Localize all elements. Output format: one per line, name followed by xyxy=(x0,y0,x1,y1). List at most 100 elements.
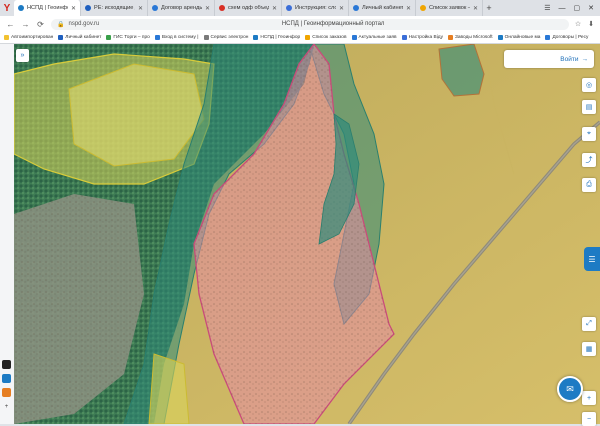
zoom-in-button[interactable]: + xyxy=(582,391,596,405)
bookmark-item[interactable]: ГИС Торги – про xyxy=(106,35,150,40)
browser-tab[interactable]: схем одф объединить✕ xyxy=(215,0,282,16)
forward-button[interactable]: → xyxy=(21,20,30,29)
lock-icon: 🔒 xyxy=(57,21,65,28)
map-viewport[interactable] xyxy=(14,44,600,424)
measure-button[interactable]: ⌖ xyxy=(582,127,596,141)
bookmark-label: Личный кабинет xyxy=(65,35,102,40)
bookmark-label: Актуальные заяв xyxy=(358,35,397,40)
satellite-map[interactable] xyxy=(14,44,600,424)
bookmark-item[interactable]: Автоимпортирован xyxy=(4,35,53,40)
tab-title: Список заявок — Теоно ( xyxy=(429,5,470,11)
bookmark-label: НСПД | Геоинфор xyxy=(260,35,301,40)
sidebar-app-icon[interactable] xyxy=(2,360,11,369)
tab-title: НСПД | Геоинформацио xyxy=(27,5,68,11)
share-button[interactable]: ⤴ xyxy=(582,153,596,167)
browser-logo[interactable]: Y xyxy=(0,0,14,16)
bookmark-item[interactable]: Настройка Віду xyxy=(401,35,443,40)
bookmark-item[interactable]: Сервис электрон xyxy=(203,35,249,40)
browser-menu-icon[interactable]: ☰ xyxy=(544,4,550,12)
parcel-yellow-bottom xyxy=(148,353,190,424)
sidebar-messenger-icon[interactable] xyxy=(2,374,11,383)
bookmark-star-icon[interactable]: ☆ xyxy=(575,20,581,28)
tab-title: Личный кабинет xyxy=(362,5,403,11)
browser-tab[interactable]: Список заявок — Теоно ( ✕ xyxy=(416,0,483,16)
layers-button[interactable]: ▤ xyxy=(582,100,596,114)
location-button[interactable]: ◎ xyxy=(582,78,596,92)
tab-favicon-icon xyxy=(353,5,359,11)
bookmark-item[interactable]: Личный кабинет xyxy=(58,35,101,40)
tab-title: Договор аренды ленинг xyxy=(161,5,202,11)
bookmark-favicon-icon xyxy=(447,35,453,40)
tab-close-icon[interactable]: ✕ xyxy=(138,5,143,12)
browser-tab[interactable]: Личный кабинет ✕ xyxy=(349,0,416,16)
chat-button[interactable]: ✉ xyxy=(557,376,583,402)
tab-title: РЕ: исходящие документ xyxy=(94,5,135,11)
bookmark-favicon-icon xyxy=(401,35,407,40)
page-title: НСПД | Геоинформационный портал xyxy=(281,21,385,27)
ruler-icon: ▦ xyxy=(585,346,593,353)
bookmark-label: Заводы Microsoft xyxy=(454,35,493,40)
close-window-button[interactable]: ✕ xyxy=(588,4,594,12)
bookmark-label: Договоры | Ресу xyxy=(552,35,589,40)
browser-tab[interactable]: НСПД | Геоинформацио✕ xyxy=(14,0,81,16)
tab-close-icon[interactable]: ✕ xyxy=(71,5,76,12)
bookmark-label: Онлайновые ма xyxy=(504,35,541,40)
bookmarks-bar: Автоимпортирован Личный кабинет ГИС Торги … xyxy=(0,32,600,44)
tab-title: Инструкция: сложные КЗГ xyxy=(295,5,336,11)
tab-close-icon[interactable]: ✕ xyxy=(272,5,277,12)
bookmark-item[interactable]: НСПД | Геоинфор xyxy=(253,35,300,40)
bookmark-item[interactable]: Список заказов xyxy=(305,35,347,40)
reload-button[interactable]: ⟳ xyxy=(36,20,45,29)
new-tab-button[interactable]: + xyxy=(483,0,495,16)
window-controls: ☰ — ▢ ✕ xyxy=(544,0,600,16)
side-panel-tab[interactable]: ☰ xyxy=(584,247,600,271)
tab-close-icon[interactable]: ✕ xyxy=(406,5,411,12)
measure-icon: ⌖ xyxy=(587,130,591,137)
extensions-icon[interactable]: ⬇ xyxy=(588,20,594,28)
bookmark-item[interactable]: Договоры | Ресу xyxy=(545,35,588,40)
login-button[interactable]: Войти → xyxy=(504,50,594,68)
addressbar-actions: ☆ ⬇ xyxy=(575,20,594,28)
print-button[interactable]: ⎙ xyxy=(582,178,596,192)
browser-tab[interactable]: Договор аренды ленинг✕ xyxy=(148,0,215,16)
bookmark-favicon-icon xyxy=(497,35,503,40)
bookmark-label: Вход в систему | xyxy=(161,35,199,40)
back-button[interactable]: ← xyxy=(6,20,15,29)
expand-panel-button[interactable]: » xyxy=(16,49,29,62)
bookmark-favicon-icon xyxy=(4,35,9,40)
share-icon: ⤴ xyxy=(585,157,593,164)
maximize-button[interactable]: ▢ xyxy=(574,4,581,12)
bookmark-favicon-icon xyxy=(106,35,112,40)
url-field[interactable]: 🔒 nspd.gov.ru НСПД | Геоинформационный п… xyxy=(51,18,569,30)
browser-tab[interactable]: Инструкция: сложные КЗГ✕ xyxy=(282,0,349,16)
tab-favicon-icon xyxy=(420,5,426,11)
tab-favicon-icon xyxy=(219,5,225,11)
tab-favicon-icon xyxy=(286,5,292,11)
tab-favicon-icon xyxy=(152,5,158,11)
bookmark-favicon-icon xyxy=(253,35,259,40)
ruler-button[interactable]: ▦ xyxy=(582,342,596,356)
tab-close-icon[interactable]: ✕ xyxy=(205,5,210,12)
tab-favicon-icon xyxy=(18,5,24,11)
browser-tab-strip: Y НСПД | Геоинформацио✕РЕ: исходящие док… xyxy=(0,0,600,16)
layers-icon: ▤ xyxy=(585,104,593,111)
bookmark-item[interactable]: Вход в систему | xyxy=(154,35,199,40)
sidebar-mail-icon[interactable] xyxy=(2,388,11,397)
bookmark-label: Сервис электрон xyxy=(210,35,249,40)
minimize-button[interactable]: — xyxy=(559,5,566,12)
tab-close-icon[interactable]: ✕ xyxy=(339,5,344,12)
bookmark-item[interactable]: Заводы Microsoft xyxy=(447,35,493,40)
bookmark-item[interactable]: Актуальные заяв xyxy=(351,35,397,40)
sidebar-add-icon[interactable]: + xyxy=(2,402,11,411)
bookmark-label: Настройка Віду xyxy=(408,35,443,40)
bookmark-favicon-icon xyxy=(305,35,311,40)
browser-sidebar: + xyxy=(0,44,15,424)
bookmark-item[interactable]: Онлайновые ма xyxy=(497,35,541,40)
browser-tab[interactable]: РЕ: исходящие документ✕ xyxy=(81,0,148,16)
fullscreen-button[interactable]: ⤢ xyxy=(582,317,596,331)
bookmark-label: Список заказов xyxy=(312,35,347,40)
zoom-in-icon: + xyxy=(586,394,592,402)
address-bar: ← → ⟳ 🔒 nspd.gov.ru НСПД | Геоинформацио… xyxy=(0,16,600,32)
login-label: Войти xyxy=(560,55,579,63)
tab-close-icon[interactable]: ✕ xyxy=(473,5,478,12)
